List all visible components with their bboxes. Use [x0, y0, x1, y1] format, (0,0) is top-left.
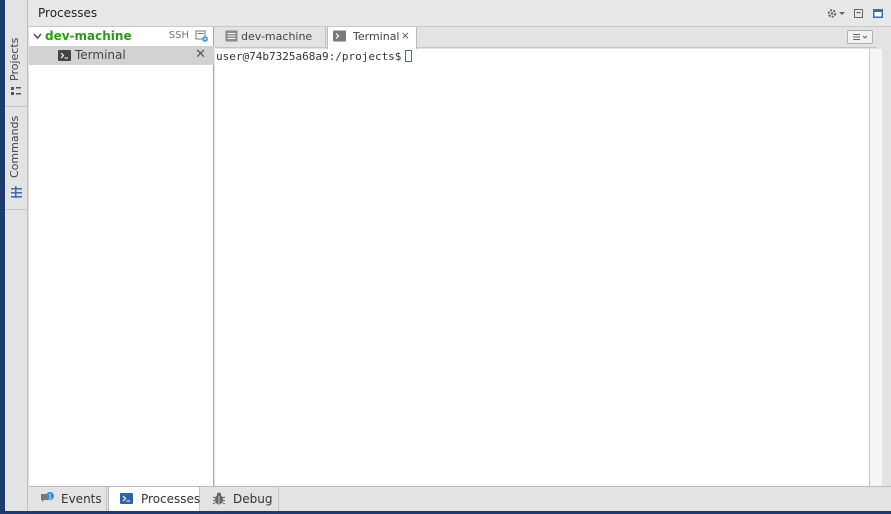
bug-icon: [212, 492, 226, 505]
close-tab-button[interactable]: ×: [401, 29, 410, 42]
terminal-icon: [333, 30, 346, 42]
list-menu-icon: [853, 34, 868, 40]
output-tab-bar: dev-machine Terminal ×: [215, 27, 877, 49]
machine-name: dev-machine: [45, 29, 132, 43]
commands-icon: [11, 186, 22, 198]
project-explorer-icon: [11, 87, 21, 95]
bottom-tab-processes-label: Processes: [141, 492, 201, 506]
settings-dropdown-icon[interactable]: [827, 8, 846, 19]
ide-window: Projects Commands Processes dev-machine …: [0, 0, 891, 514]
tabs-menu-button[interactable]: [847, 30, 873, 44]
bottom-tab-debug-label: Debug: [233, 492, 273, 506]
process-item-label: Terminal: [75, 48, 126, 62]
maximize-panel-icon[interactable]: [872, 8, 884, 19]
events-badge: 1: [48, 493, 52, 500]
bottom-tab-events[interactable]: 1 Events: [29, 487, 107, 512]
terminal-output[interactable]: user@74b7325a68a9:/projects$: [215, 49, 869, 486]
bottom-tab-bar: 1 Events Processes Debug: [29, 486, 891, 512]
ssh-button[interactable]: SSH: [169, 30, 189, 41]
close-process-button[interactable]: ✕: [195, 47, 206, 62]
tab-dev-machine-label: dev-machine: [241, 30, 313, 43]
side-tab-projects[interactable]: Projects: [5, 27, 28, 107]
add-process-icon[interactable]: [195, 30, 208, 42]
side-tab-projects-label: Projects: [8, 37, 21, 81]
terminal-scrollbar[interactable]: [869, 49, 882, 486]
bottom-tab-processes[interactable]: Processes: [108, 487, 200, 512]
machine-info-icon: [225, 30, 238, 42]
terminal-icon: [58, 50, 71, 61]
machine-node[interactable]: dev-machine SSH: [29, 27, 214, 46]
bottom-tab-events-label: Events: [61, 492, 102, 506]
process-item-terminal[interactable]: Terminal ✕: [29, 46, 214, 65]
terminal-icon: [120, 493, 133, 504]
right-gutter: [882, 49, 891, 486]
chevron-down-icon[interactable]: [33, 32, 42, 41]
side-tab-commands[interactable]: Commands: [5, 108, 28, 210]
events-icon: 1: [41, 492, 54, 502]
panel-title: Processes: [38, 6, 98, 20]
bottom-tab-debug[interactable]: Debug: [201, 487, 279, 512]
process-tree: dev-machine SSH Terminal ✕: [29, 27, 214, 486]
terminal-cursor: [405, 50, 413, 62]
terminal-prompt: user@74b7325a68a9:/projects$: [216, 50, 402, 63]
tab-terminal[interactable]: Terminal ×: [327, 27, 417, 49]
panel-header: Processes: [28, 0, 891, 27]
terminal-line: user@74b7325a68a9:/projects$: [216, 50, 413, 63]
tab-dev-machine[interactable]: dev-machine: [220, 27, 326, 48]
panel-header-actions: [827, 8, 884, 19]
restore-panel-icon[interactable]: [853, 8, 865, 19]
side-tool-strip: Projects Commands: [5, 0, 28, 514]
side-tab-commands-label: Commands: [8, 115, 21, 178]
tab-terminal-label: Terminal: [353, 30, 400, 43]
